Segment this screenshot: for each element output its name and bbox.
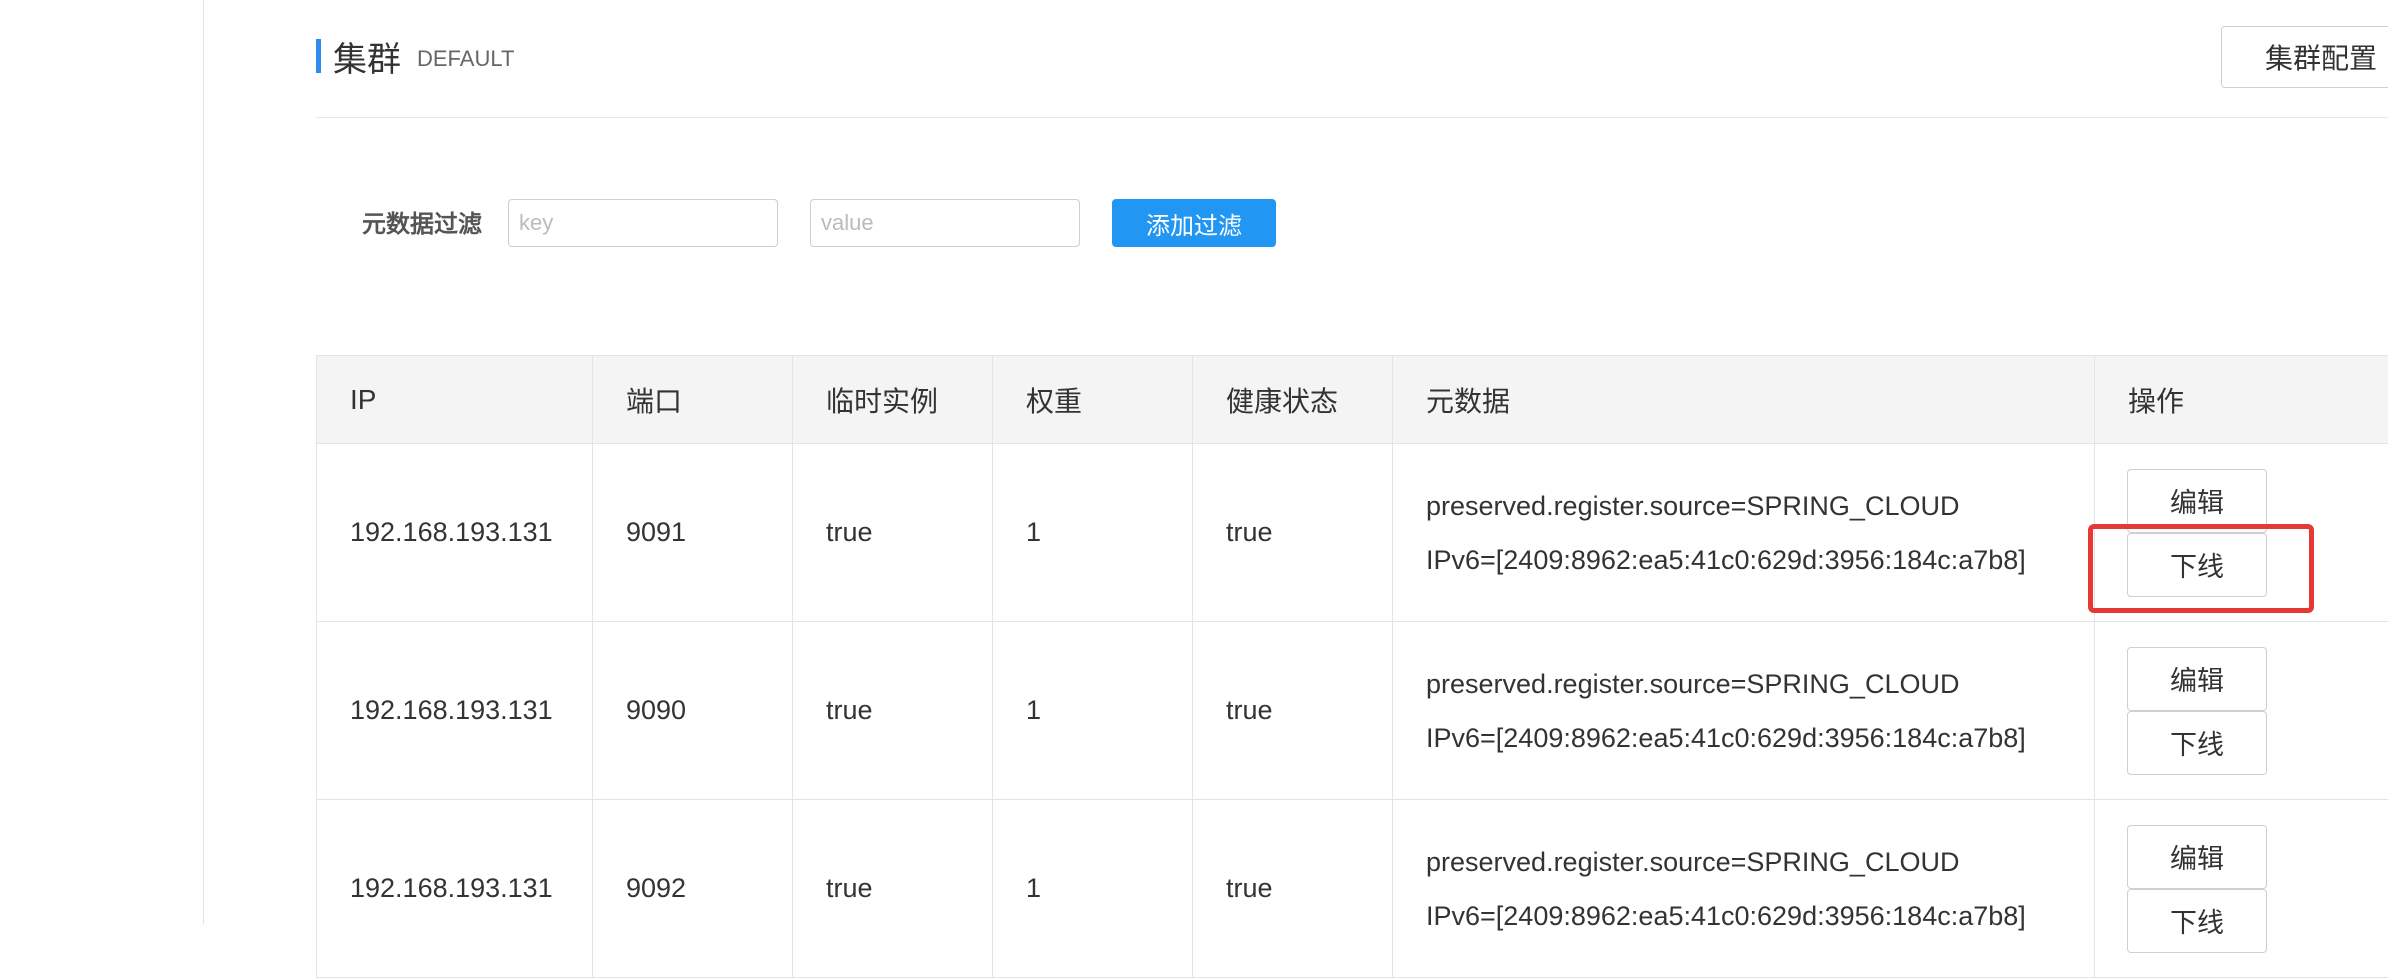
cell-metadata: preserved.register.source=SPRING_CLOUD I… (1393, 622, 2095, 800)
cell-ip: 192.168.193.131 (317, 622, 593, 800)
cluster-name: DEFAULT (417, 46, 515, 71)
table-row: 192.168.193.131 9092 true 1 true preserv… (317, 800, 2388, 978)
cell-metadata: preserved.register.source=SPRING_CLOUD I… (1393, 800, 2095, 978)
cell-ip: 192.168.193.131 (317, 800, 593, 978)
column-header-weight: 权重 (993, 356, 1193, 444)
cell-health: true (1193, 444, 1393, 622)
metadata-filter-label: 元数据过滤 (362, 211, 482, 238)
add-filter-button[interactable]: 添加过滤 (1112, 199, 1276, 247)
column-header-ip: IP (317, 356, 593, 444)
left-sidebar (0, 0, 204, 924)
filter-key-input[interactable] (508, 199, 778, 247)
cell-health: true (1193, 800, 1393, 978)
metadata-source: preserved.register.source=SPRING_CLOUD (1426, 846, 1960, 877)
table-header-row: IP 端口 临时实例 权重 健康状态 元数据 操作 (317, 356, 2388, 444)
metadata-ipv6: IPv6=[2409:8962:ea5:41c0:629d:3956:184c:… (1426, 900, 2026, 931)
edit-button[interactable]: 编辑 (2127, 824, 2267, 889)
cell-ip: 192.168.193.131 (317, 444, 593, 622)
cell-weight: 1 (993, 444, 1193, 622)
edit-button[interactable]: 编辑 (2127, 646, 2267, 711)
cell-ephemeral: true (793, 800, 993, 978)
cell-ephemeral: true (793, 622, 993, 800)
header-divider (316, 117, 2388, 118)
title-accent-bar (316, 39, 321, 73)
cell-weight: 1 (993, 800, 1193, 978)
column-header-health: 健康状态 (1193, 356, 1393, 444)
metadata-ipv6: IPv6=[2409:8962:ea5:41c0:629d:3956:184c:… (1426, 544, 2026, 575)
cluster-header: 集群 DEFAULT (316, 36, 515, 79)
offline-button[interactable]: 下线 (2127, 710, 2267, 775)
cell-port: 9091 (593, 444, 793, 622)
cluster-config-button[interactable]: 集群配置 (2221, 26, 2388, 88)
cell-ephemeral: true (793, 444, 993, 622)
filter-value-input[interactable] (810, 199, 1080, 247)
cell-actions: 编辑 下线 (2095, 444, 2388, 622)
table-row: 192.168.193.131 9091 true 1 true preserv… (317, 444, 2388, 622)
cell-actions: 编辑 下线 (2095, 622, 2388, 800)
cell-weight: 1 (993, 622, 1193, 800)
column-header-actions: 操作 (2095, 356, 2388, 444)
column-header-ephemeral: 临时实例 (793, 356, 993, 444)
table-row: 192.168.193.131 9090 true 1 true preserv… (317, 622, 2388, 800)
column-header-metadata: 元数据 (1393, 356, 2095, 444)
metadata-ipv6: IPv6=[2409:8962:ea5:41c0:629d:3956:184c:… (1426, 722, 2026, 753)
table-body: 192.168.193.131 9091 true 1 true preserv… (317, 444, 2388, 978)
cell-health: true (1193, 622, 1393, 800)
edit-button[interactable]: 编辑 (2127, 468, 2267, 533)
instance-table: IP 端口 临时实例 权重 健康状态 元数据 操作 192.168.193.13… (316, 355, 2388, 978)
cell-port: 9090 (593, 622, 793, 800)
metadata-source: preserved.register.source=SPRING_CLOUD (1426, 668, 1960, 699)
cell-actions: 编辑 下线 (2095, 800, 2388, 978)
cell-port: 9092 (593, 800, 793, 978)
offline-button[interactable]: 下线 (2127, 888, 2267, 953)
offline-button[interactable]: 下线 (2127, 532, 2267, 597)
column-header-port: 端口 (593, 356, 793, 444)
metadata-source: preserved.register.source=SPRING_CLOUD (1426, 490, 1960, 521)
page-title: 集群 (333, 40, 401, 79)
cell-metadata: preserved.register.source=SPRING_CLOUD I… (1393, 444, 2095, 622)
